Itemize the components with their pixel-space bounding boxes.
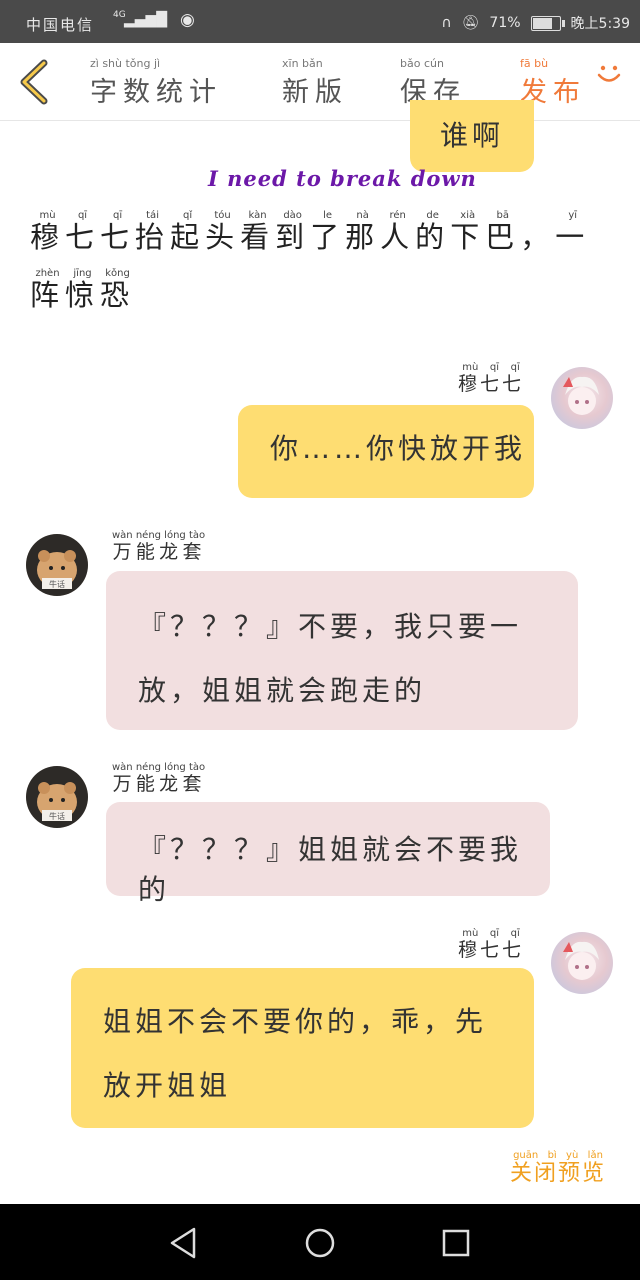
narration-char: 抬tái	[135, 210, 171, 254]
narration-char: 那nà	[345, 210, 381, 254]
nav-back-icon[interactable]	[168, 1226, 198, 1260]
sender-name: 万能龙套wàn néng lóng tào	[112, 530, 206, 563]
avatar-wanneng[interactable]: 牛话	[26, 766, 88, 828]
narration-char: 的de	[415, 210, 451, 254]
sender-name: 穆七七mù qī qī	[458, 362, 525, 395]
publish-pinyin: fā bù	[520, 57, 549, 70]
new-version-button[interactable]: xīn bǎn 新版	[282, 57, 348, 109]
word-count-button[interactable]: zì shù tǒng jì 字数统计	[90, 57, 222, 109]
narration-char: 穆mù	[30, 210, 66, 254]
message-bubble: 『？？？』不要，我只要一放，姐姐就会跑走的	[106, 571, 578, 730]
narration-char: 看kàn	[240, 210, 276, 254]
narration-char: 七qī	[100, 210, 136, 254]
narration-text: 穆mù七qī七qī抬tái起qǐ头tóu看kàn到dào了le那nà人rén的d…	[30, 208, 620, 324]
narration-char: 头tóu	[205, 210, 241, 254]
sender-name: 万能龙套wàn néng lóng tào	[112, 762, 206, 795]
message-bubble: 姐姐不会不要你的，乖，先放开姐姐	[71, 968, 534, 1128]
narration-char: 一yī	[555, 210, 591, 254]
globe-icon: ◉	[180, 10, 195, 30]
partial-message-text: 谁啊	[440, 119, 505, 152]
message-text: 姐姐不会不要你的，乖，先放开姐姐	[103, 1005, 488, 1102]
partial-message-bubble: 谁啊	[410, 100, 534, 172]
narration-char: 到dào	[275, 210, 311, 254]
word-count-pinyin: zì shù tǒng jì	[90, 57, 161, 70]
nav-recents-icon[interactable]	[442, 1229, 470, 1257]
narration-char: 七qī	[65, 210, 101, 254]
message-text: 你……你快放开我	[270, 432, 527, 465]
narration-char: 人rén	[380, 210, 416, 254]
narration-char: ，	[520, 220, 556, 254]
mute-icon: 🔕︎	[461, 15, 480, 31]
status-bar: 中国电信 4G ▂▄▆█ ◠ ◉ ∩ 🔕︎ 71% 晚上5:39	[0, 0, 640, 43]
word-count-label: 字数统计	[90, 77, 222, 108]
narration-char: 恐kǒng	[100, 268, 136, 312]
narration-char: 下xià	[450, 210, 486, 254]
nav-home-icon[interactable]	[304, 1227, 336, 1259]
clock: 晚上5:39	[570, 16, 630, 32]
status-right: ∩ 🔕︎ 71% 晚上5:39	[441, 13, 630, 33]
chapter-heading: I need to break down	[208, 166, 477, 191]
back-icon[interactable]	[14, 59, 54, 105]
new-version-pinyin: xīn bǎn	[282, 57, 323, 70]
top-toolbar: zì shù tǒng jì 字数统计 xīn bǎn 新版 bǎo cún 保…	[0, 43, 640, 121]
system-nav-bar	[0, 1204, 640, 1280]
headphones-icon: ∩	[441, 15, 452, 31]
carrier-label: 中国电信	[26, 16, 95, 34]
svg-text:牛话: 牛话	[49, 811, 65, 821]
narration-char: 惊jīng	[65, 268, 101, 312]
avatar-mu-qiqi[interactable]	[551, 932, 613, 994]
avatar-wanneng[interactable]: 牛话	[26, 534, 88, 596]
narration-char: 阵zhèn	[30, 268, 66, 312]
narration-char: 巴bā	[485, 210, 521, 254]
narration-char: 了le	[310, 210, 346, 254]
narration-char: 起qǐ	[170, 210, 206, 254]
message-text: 『？？？』不要，我只要一放，姐姐就会跑走的	[138, 610, 523, 707]
message-text: 『？？？』姐姐就会不要我的	[138, 833, 523, 906]
avatar-mu-qiqi[interactable]	[551, 367, 613, 429]
battery-icon	[530, 15, 565, 31]
battery-percent: 71%	[489, 15, 521, 31]
wifi-icon: ◠	[152, 10, 166, 29]
smile-icon[interactable]	[594, 58, 624, 88]
save-pinyin: bǎo cún	[400, 57, 444, 70]
svg-text:牛话: 牛话	[49, 579, 65, 589]
message-bubble: 『？？？』姐姐就会不要我的	[106, 802, 550, 906]
close-preview-button[interactable]: 关闭预览guān bì yù lǎn	[510, 1150, 606, 1187]
message-bubble: 你……你快放开我	[238, 405, 534, 498]
sender-name: 穆七七mù qī qī	[458, 928, 525, 961]
new-version-label: 新版	[282, 77, 348, 108]
